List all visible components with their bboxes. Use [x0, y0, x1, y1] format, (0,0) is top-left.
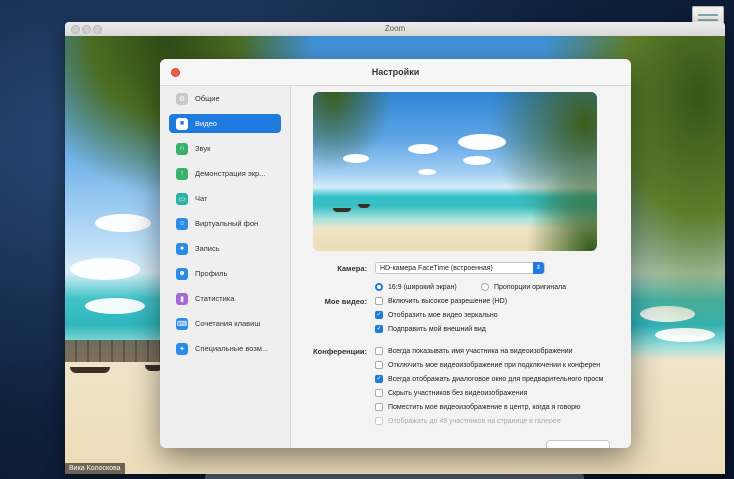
screen-share-icon: ↑ [176, 167, 188, 180]
sidebar-item-audio[interactable]: ∩ Звук [169, 139, 281, 158]
option-label: Поместить мое видеоизображение в центр, … [388, 403, 581, 411]
sidebar-item-keyboard-shortcuts[interactable]: ⌨ Сочетания клавиш [169, 314, 281, 333]
gallery-49-checkbox-option: Отображать до 49 участников на странице … [375, 417, 561, 425]
option-label: Всегда отображать диалоговое окно для пр… [388, 375, 604, 383]
settings-sidebar: ⚙ Общие ■ Видео ∩ Звук ↑ Демонстрация эк… [160, 86, 291, 448]
sidebar-item-label: Статистика [195, 294, 235, 303]
option-label: Отображать до 49 участников на странице … [388, 417, 561, 425]
record-icon: ● [176, 242, 188, 255]
option-label: Отключить мое видеоизображение при подкл… [388, 361, 601, 369]
sidebar-item-label: Специальные возм... [195, 344, 269, 353]
participant-name-label: Вика Колоскова [65, 463, 125, 474]
close-window-button[interactable] [71, 25, 80, 34]
my-video-label: Мое видео: [324, 297, 367, 306]
keyboard-icon: ⌨ [176, 317, 188, 330]
boat [358, 204, 370, 208]
zoom-window-button[interactable] [93, 25, 102, 34]
camera-select-value: HD-камера FaceTime (встроенная) [380, 265, 493, 272]
option-label: Включить высокое разрешение (HD) [388, 297, 508, 305]
hd-checkbox-option[interactable]: Включить высокое разрешение (HD) [375, 297, 507, 305]
video-preview [313, 92, 597, 251]
virtual-background-icon: ☺ [176, 217, 188, 230]
camera-select[interactable]: HD-камера FaceTime (встроенная) ⇕ [375, 262, 545, 274]
turn-off-video-checkbox-option[interactable]: Отключить мое видеоизображение при подкл… [375, 361, 600, 369]
mirror-checkbox-option[interactable]: ✓ Отобразить мое видео зеркально [375, 311, 498, 319]
option-label: Скрыть участников без видеоизображения [388, 389, 528, 397]
checkbox[interactable] [375, 347, 383, 355]
checkbox[interactable] [375, 403, 383, 411]
sidebar-item-label: Демонстрация экр... [195, 169, 266, 178]
conferences-label: Конференции: [313, 347, 367, 356]
sidebar-item-chat[interactable]: ▭ Чат [169, 189, 281, 208]
sidebar-item-screen-share[interactable]: ↑ Демонстрация экр... [169, 164, 281, 183]
checkbox[interactable] [375, 297, 383, 305]
sidebar-item-label: Видео [195, 119, 217, 128]
accessibility-icon: ✦ [176, 342, 188, 355]
sidebar-item-label: Чат [195, 194, 208, 203]
macos-dock[interactable] [205, 473, 584, 479]
gear-icon: ⚙ [176, 92, 188, 105]
settings-title: Настройки [371, 67, 420, 77]
checkbox [375, 417, 383, 425]
advanced-button[interactable] [546, 440, 610, 448]
preview-dialog-checkbox-option[interactable]: ✓ Всегда отображать диалоговое окно для … [375, 375, 603, 383]
sidebar-item-statistics[interactable]: ▮ Статистика [169, 289, 281, 308]
option-label: Пропорции оригинала [494, 283, 567, 291]
checkbox[interactable]: ✓ [375, 325, 383, 333]
touch-up-checkbox-option[interactable]: ✓ Подправить мой внешний вид [375, 325, 486, 333]
camera-label: Камера: [337, 264, 367, 273]
chevron-updown-icon: ⇕ [533, 262, 544, 274]
spotlight-checkbox-option[interactable]: Поместить мое видеоизображение в центр, … [375, 403, 580, 411]
profile-icon: ☻ [176, 267, 188, 280]
video-settings-panel: Камера: HD-камера FaceTime (встроенная) … [291, 86, 631, 448]
option-label: 16:9 (широкий экран) [388, 283, 457, 291]
headphones-icon: ∩ [176, 142, 188, 155]
settings-titlebar: Настройки [160, 59, 631, 86]
sidebar-item-video[interactable]: ■ Видео [169, 114, 281, 133]
sidebar-item-general[interactable]: ⚙ Общие [169, 89, 281, 108]
option-label: Всегда показывать имя участника на видео… [388, 347, 573, 355]
checkbox[interactable]: ✓ [375, 375, 383, 383]
pier [65, 340, 160, 362]
sidebar-item-label: Виртуальный фон [195, 219, 259, 228]
settings-close-button[interactable] [171, 68, 180, 77]
sidebar-item-label: Сочетания клавиш [195, 319, 261, 328]
sidebar-item-label: Звук [195, 144, 211, 153]
checkbox[interactable]: ✓ [375, 311, 383, 319]
sidebar-item-recording[interactable]: ● Запись [169, 239, 281, 258]
zoom-window-title: Zoom [384, 24, 406, 33]
sidebar-item-profile[interactable]: ☻ Профиль [169, 264, 281, 283]
hide-non-video-checkbox-option[interactable]: Скрыть участников без видеоизображения [375, 389, 527, 397]
video-camera-icon: ■ [176, 117, 188, 130]
show-name-checkbox-option[interactable]: Всегда показывать имя участника на видео… [375, 347, 573, 355]
radio-button[interactable] [481, 283, 489, 291]
boat [333, 208, 351, 212]
minimize-window-button[interactable] [82, 25, 91, 34]
checkbox[interactable] [375, 361, 383, 369]
sidebar-item-label: Запись [195, 244, 220, 253]
radio-button[interactable] [375, 283, 383, 291]
sidebar-item-accessibility[interactable]: ✦ Специальные возм... [169, 339, 281, 358]
ratio-16-9-option[interactable]: 16:9 (широкий экран) [375, 283, 457, 291]
chat-icon: ▭ [176, 192, 188, 205]
settings-window: Настройки ⚙ Общие ■ Видео ∩ Звук ↑ Демон… [160, 59, 631, 448]
ratio-original-option[interactable]: Пропорции оригинала [481, 283, 566, 291]
zoom-titlebar: Zoom [65, 22, 725, 37]
sidebar-item-virtual-background[interactable]: ☺ Виртуальный фон [169, 214, 281, 233]
sidebar-item-label: Общие [195, 94, 220, 103]
checkbox[interactable] [375, 389, 383, 397]
sidebar-item-label: Профиль [195, 269, 228, 278]
statistics-icon: ▮ [176, 292, 188, 305]
option-label: Подправить мой внешний вид [388, 325, 486, 333]
option-label: Отобразить мое видео зеркально [388, 311, 498, 319]
boat [70, 367, 110, 373]
